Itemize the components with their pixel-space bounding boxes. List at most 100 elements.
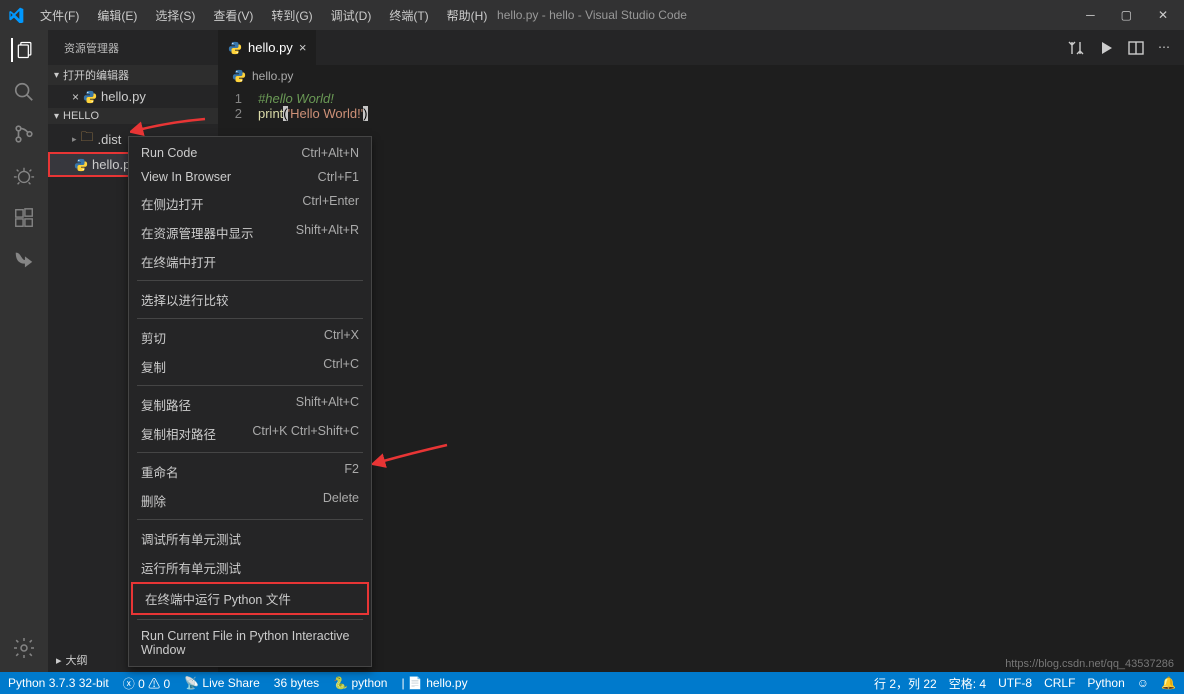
context-menu-label: 复制路径 xyxy=(141,395,191,414)
tab-hello[interactable]: hello.py × xyxy=(218,30,317,65)
context-menu-item[interactable]: 在终端中运行 Python 文件 xyxy=(131,582,369,615)
close-icon[interactable]: × xyxy=(299,40,307,55)
context-menu-separator xyxy=(137,385,363,386)
context-menu-item[interactable]: 运行所有单元测试 xyxy=(129,553,371,582)
context-menu-shortcut: Ctrl+K Ctrl+Shift+C xyxy=(252,424,359,443)
menu-help[interactable]: 帮助(H) xyxy=(439,3,496,28)
open-editors-header[interactable]: ▾打开的编辑器 xyxy=(48,65,218,85)
menu-view[interactable]: 查看(V) xyxy=(205,3,261,28)
context-menu-label: 在终端中运行 Python 文件 xyxy=(145,589,291,608)
project-header[interactable]: ▾HELLO xyxy=(48,108,218,124)
status-language-mode[interactable]: Python xyxy=(1087,676,1124,690)
source-control-icon[interactable] xyxy=(12,122,36,146)
status-notifications-icon[interactable]: 🔔 xyxy=(1161,676,1176,690)
search-icon[interactable] xyxy=(12,80,36,104)
chevron-down-icon: ▾ xyxy=(54,111,59,122)
split-editor-icon[interactable] xyxy=(1128,40,1144,56)
context-menu-item[interactable]: Run Current File in Python Interactive W… xyxy=(129,624,371,662)
context-menu-item[interactable]: 调试所有单元测试 xyxy=(129,524,371,553)
context-menu-shortcut: Ctrl+Enter xyxy=(302,194,359,213)
context-menu-separator xyxy=(137,318,363,319)
status-encoding[interactable]: UTF-8 xyxy=(998,676,1032,690)
more-icon[interactable]: ⋯ xyxy=(1158,40,1170,56)
context-menu-item[interactable]: 剪切Ctrl+X xyxy=(129,323,371,352)
context-menu-separator xyxy=(137,619,363,620)
watermark: https://blog.csdn.net/qq_43537286 xyxy=(1005,658,1174,670)
extensions-icon[interactable] xyxy=(12,206,36,230)
menu-edit[interactable]: 编辑(E) xyxy=(89,3,145,28)
code-string: 'Hello World!' xyxy=(288,106,364,121)
status-liveshare[interactable]: 📡 Live Share xyxy=(184,676,260,690)
menu-terminal[interactable]: 终端(T) xyxy=(381,3,436,28)
context-menu-label: 在终端中打开 xyxy=(141,252,216,271)
context-menu-shortcut: Shift+Alt+R xyxy=(296,223,359,242)
context-menu-label: 复制相对路径 xyxy=(141,424,216,443)
window-title: hello.py - hello - Visual Studio Code xyxy=(497,8,687,22)
maximize-button[interactable]: ▢ xyxy=(1121,8,1132,22)
context-menu-item[interactable]: View In Browser Ctrl+F1 xyxy=(129,165,371,189)
vscode-logo-icon xyxy=(8,7,24,23)
chevron-right-icon: ▸ xyxy=(72,134,77,145)
context-menu-shortcut: Shift+Alt+C xyxy=(296,395,359,414)
compare-changes-icon[interactable] xyxy=(1068,40,1084,56)
settings-icon[interactable] xyxy=(12,636,36,660)
context-menu-label: 运行所有单元测试 xyxy=(141,558,241,577)
folder-icon: 🗀 xyxy=(81,128,94,150)
context-menu-label: 选择以进行比较 xyxy=(141,290,229,309)
status-indent[interactable]: 空格: 4 xyxy=(949,675,986,692)
context-menu-shortcut: F2 xyxy=(344,462,359,481)
python-file-icon xyxy=(74,158,88,172)
status-eol[interactable]: CRLF xyxy=(1044,676,1075,690)
status-file[interactable]: | 📄 hello.py xyxy=(401,676,467,690)
context-menu-item[interactable]: 复制路径 Shift+Alt+C xyxy=(129,390,371,419)
context-menu-label: Run Current File in Python Interactive W… xyxy=(141,629,359,657)
context-menu-label: 删除 xyxy=(141,491,166,510)
context-menu-item[interactable]: 删除 Delete xyxy=(129,486,371,515)
menu-file[interactable]: 文件(F) xyxy=(32,3,87,28)
explorer-icon[interactable] xyxy=(11,38,35,62)
context-menu-shortcut: Ctrl+Alt+N xyxy=(301,146,359,160)
context-menu-label: 剪切 xyxy=(141,328,166,347)
tab-bar: hello.py × ⋯ xyxy=(218,30,1184,65)
status-python-lang[interactable]: 🐍 python xyxy=(333,676,387,690)
context-menu-item[interactable]: 重命名F2 xyxy=(129,457,371,486)
context-menu-item[interactable]: 在侧边打开 Ctrl+Enter xyxy=(129,189,371,218)
chevron-right-icon: ▸ xyxy=(56,654,62,667)
python-file-icon xyxy=(83,90,97,104)
close-button[interactable]: ✕ xyxy=(1158,8,1168,22)
python-file-icon xyxy=(228,41,242,55)
status-cursor-pos[interactable]: 行 2，列 22 xyxy=(874,675,937,692)
close-icon[interactable]: × xyxy=(72,90,79,104)
context-menu-label: View In Browser xyxy=(141,170,231,184)
open-editor-item[interactable]: × hello.py xyxy=(48,87,218,106)
liveshare-icon[interactable] xyxy=(12,248,36,272)
status-python-version[interactable]: Python 3.7.3 32-bit xyxy=(8,676,109,690)
menu-select[interactable]: 选择(S) xyxy=(147,3,203,28)
menu-go[interactable]: 转到(G) xyxy=(263,3,320,28)
status-problems[interactable]: ⓧ 0 ⚠ 0 xyxy=(123,675,170,692)
context-menu-shortcut: Ctrl+F1 xyxy=(318,170,359,184)
minimize-button[interactable]: ─ xyxy=(1086,8,1095,22)
menu-debug[interactable]: 调试(D) xyxy=(323,3,380,28)
context-menu-shortcut: Delete xyxy=(323,491,359,510)
context-menu-label: 调试所有单元测试 xyxy=(141,529,241,548)
line-number: 1 xyxy=(218,91,258,106)
context-menu-label: 在侧边打开 xyxy=(141,194,204,213)
context-menu-item[interactable]: 复制Ctrl+C xyxy=(129,352,371,381)
context-menu-item[interactable]: Run CodeCtrl+Alt+N xyxy=(129,141,371,165)
context-menu-item[interactable]: 在终端中打开 xyxy=(129,247,371,276)
breadcrumb[interactable]: hello.py xyxy=(218,65,1184,87)
run-icon[interactable] xyxy=(1098,40,1114,56)
context-menu-item[interactable]: 在资源管理器中显示 Shift+Alt+R xyxy=(129,218,371,247)
title-bar: 文件(F) 编辑(E) 选择(S) 查看(V) 转到(G) 调试(D) 终端(T… xyxy=(0,0,1184,30)
status-bar: Python 3.7.3 32-bit ⓧ 0 ⚠ 0 📡 Live Share… xyxy=(0,672,1184,694)
code-editor[interactable]: 1#hello World! 2print('Hello World!') xyxy=(218,87,1184,125)
status-filesize[interactable]: 36 bytes xyxy=(274,676,319,690)
context-menu-item[interactable]: 选择以进行比较 xyxy=(129,285,371,314)
context-menu-item[interactable]: 复制相对路径 Ctrl+K Ctrl+Shift+C xyxy=(129,419,371,448)
python-file-icon xyxy=(232,69,246,83)
activity-bar xyxy=(0,30,48,672)
status-feedback-icon[interactable]: ☺ xyxy=(1137,676,1149,690)
debug-icon[interactable] xyxy=(12,164,36,188)
context-menu-label: 在资源管理器中显示 xyxy=(141,223,254,242)
